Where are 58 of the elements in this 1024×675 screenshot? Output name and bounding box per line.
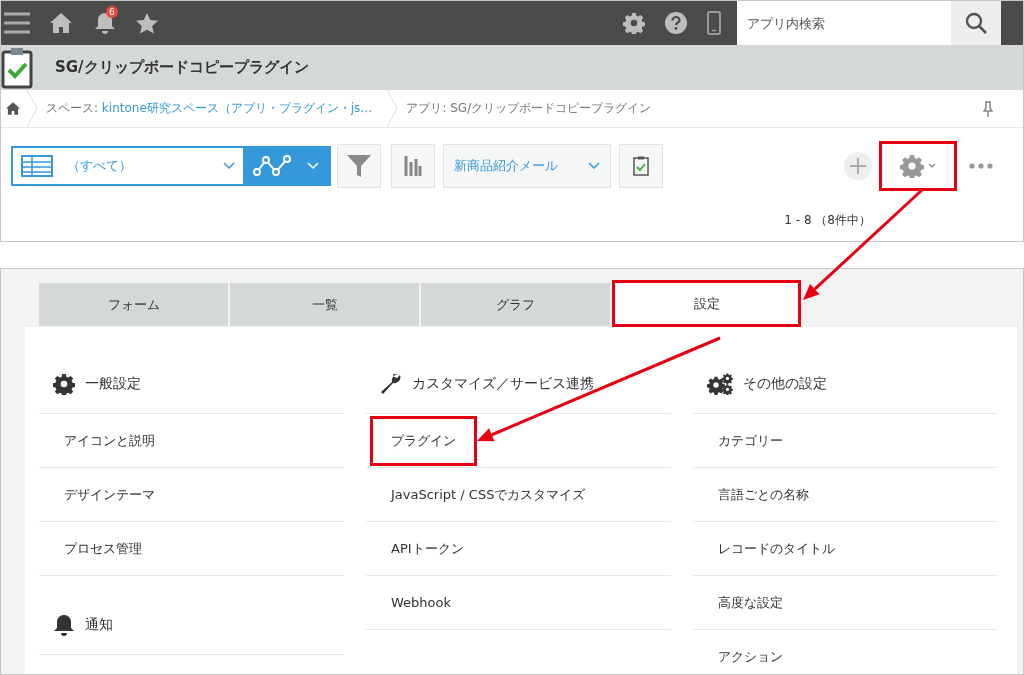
settings-link[interactable]: プラグイン [370,415,477,466]
settings-link[interactable]: Webhook [370,579,473,626]
search-icon [965,12,987,34]
filter-icon [347,154,371,178]
settings-button[interactable] [879,141,957,191]
clipboard-check-icon [633,156,649,176]
chevron-down-icon [307,162,319,170]
section-heading: その他の設定 [693,355,998,414]
chart-button[interactable] [391,144,435,188]
settings-link[interactable]: プロセス管理 [43,523,163,574]
settings-link[interactable]: APIトークン [370,523,485,574]
settings-tab[interactable]: 一覧 [230,283,419,326]
settings-link[interactable]: レコードのタイトル [697,523,856,574]
chevron-down-icon [928,163,936,169]
settings-tab[interactable]: フォーム [39,283,228,326]
plus-icon [850,158,866,174]
chevron-down-icon [223,162,235,170]
section-heading: 通知 [39,596,344,655]
more-icon [969,163,993,169]
wrench-icon [380,373,402,395]
record-count: 1 - 8 （8件中） [784,212,871,229]
help-icon[interactable] [665,12,687,34]
settings-link[interactable]: 言語ごとの名称 [697,469,830,520]
search-field[interactable]: アプリ内検索 [737,1,951,45]
filter-button[interactable] [337,144,381,188]
settings-icon [900,154,924,178]
line-chart-icon [253,155,291,177]
table-icon [21,155,53,177]
notification-badge: 6 [106,6,118,18]
section-heading: カスタマイズ／サービス連携 [366,355,671,414]
clipboard-check-icon [1,46,33,89]
settings-link[interactable]: JavaScript / CSSでカスタマイズ [370,469,607,520]
chevron-down-icon [588,162,600,170]
home-icon[interactable] [50,13,72,33]
section-heading: 一般設定 [39,355,344,414]
app-title: SG/クリップボードコピープラグイン [55,58,309,77]
star-icon[interactable] [136,12,158,34]
gears-icon [707,373,733,395]
pin-icon[interactable] [983,100,993,117]
bar-chart-icon [404,156,422,176]
settings-link[interactable]: アクション [697,631,804,674]
gear-icon [53,373,75,395]
settings-tab[interactable]: 設定 [612,280,801,327]
breadcrumb-label: アプリ: SG/クリップボードコピープラグイン [406,101,652,115]
settings-link[interactable]: デザインテーマ [43,469,176,520]
breadcrumb-label: スペース: [46,101,100,115]
menu-icon[interactable] [4,11,30,35]
settings-link[interactable]: カテゴリー [697,415,804,466]
home-icon[interactable] [6,102,20,115]
settings-icon[interactable] [623,12,645,34]
search-button[interactable] [951,1,1001,45]
settings-tab[interactable]: グラフ [421,283,610,326]
add-button[interactable] [844,152,872,180]
settings-link[interactable]: 高度な設定 [697,577,804,628]
clipboard-button[interactable] [619,144,663,188]
phone-icon[interactable] [707,11,721,35]
bell-icon [53,614,75,636]
settings-link[interactable]: アイコンと説明 [43,415,176,466]
